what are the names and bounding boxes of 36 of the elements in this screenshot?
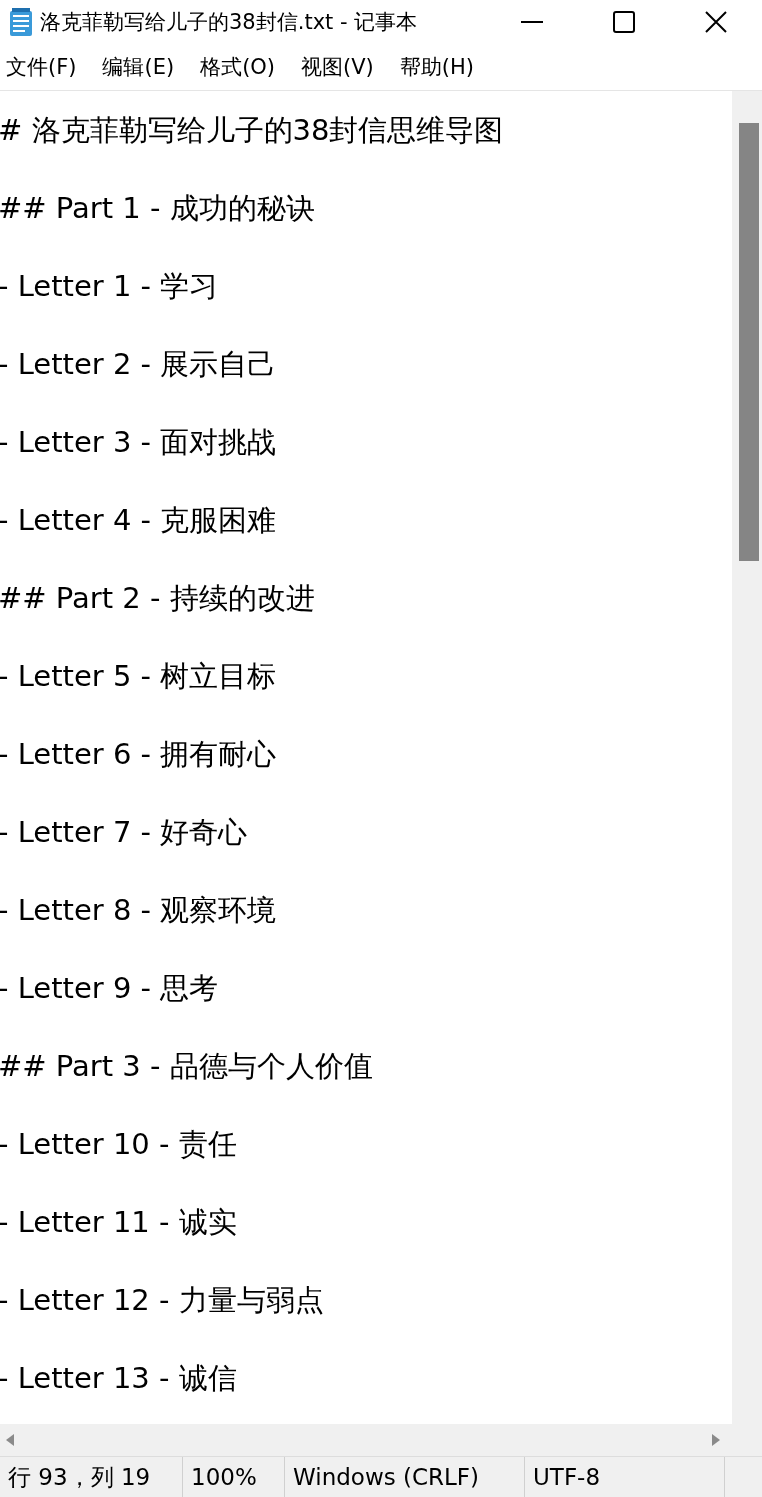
text-line: ## Part 1 - 成功的秘诀	[0, 190, 316, 227]
scroll-right-icon[interactable]	[712, 1434, 720, 1446]
text-line: - Letter 13 - 诚信	[0, 1360, 238, 1397]
window-title: 洛克菲勒写给儿子的38封信.txt - 记事本	[40, 9, 419, 36]
text-line: ## Part 2 - 持续的改进	[0, 580, 316, 617]
text-line: # 洛克菲勒写给儿子的38封信思维导图	[0, 112, 505, 149]
menu-item[interactable]: 格式(O)	[200, 53, 276, 81]
status-text: 行 93，列 19	[0, 1457, 183, 1497]
status-text: UTF-8	[525, 1457, 725, 1497]
minimize-icon	[521, 21, 543, 23]
menu-item[interactable]: 视图(V)	[301, 53, 374, 81]
text-line: ## Part 3 - 品德与个人价值	[0, 1048, 374, 1085]
text-line: - Letter 11 - 诚实	[0, 1204, 238, 1241]
close-icon	[705, 11, 727, 33]
menu-item[interactable]: 编辑(E)	[102, 53, 175, 81]
text-line: - Letter 5 - 树立目标	[0, 658, 278, 695]
menu-item[interactable]: 文件(F)	[6, 53, 77, 81]
scroll-left-icon[interactable]	[6, 1434, 14, 1446]
maximize-icon	[613, 11, 635, 33]
text-line: - Letter 6 - 拥有耐心	[0, 736, 278, 773]
horizontal-scrollbar[interactable]	[0, 1424, 762, 1456]
text-line: - Letter 9 - 思考	[0, 970, 220, 1007]
status-text: 100%	[183, 1457, 285, 1497]
text-line: - Letter 8 - 观察环境	[0, 892, 278, 929]
scroll-thumb[interactable]	[739, 123, 759, 561]
text-line: - Letter 2 - 展示自己	[0, 346, 278, 383]
notepad-icon	[8, 7, 34, 37]
text-line: - Letter 10 - 责任	[0, 1126, 238, 1163]
status-text: Windows (CRLF)	[285, 1457, 525, 1497]
text-line: - Letter 1 - 学习	[0, 268, 220, 305]
text-line: - Letter 7 - 好奇心	[0, 814, 249, 851]
text-line: - Letter 4 - 克服困难	[0, 502, 278, 539]
text-line: - Letter 3 - 面对挑战	[0, 424, 278, 461]
menu-item[interactable]: 帮助(H)	[399, 53, 474, 81]
text-line: - Letter 12 - 力量与弱点	[0, 1282, 325, 1319]
vertical-scrollbar[interactable]	[732, 91, 762, 1424]
